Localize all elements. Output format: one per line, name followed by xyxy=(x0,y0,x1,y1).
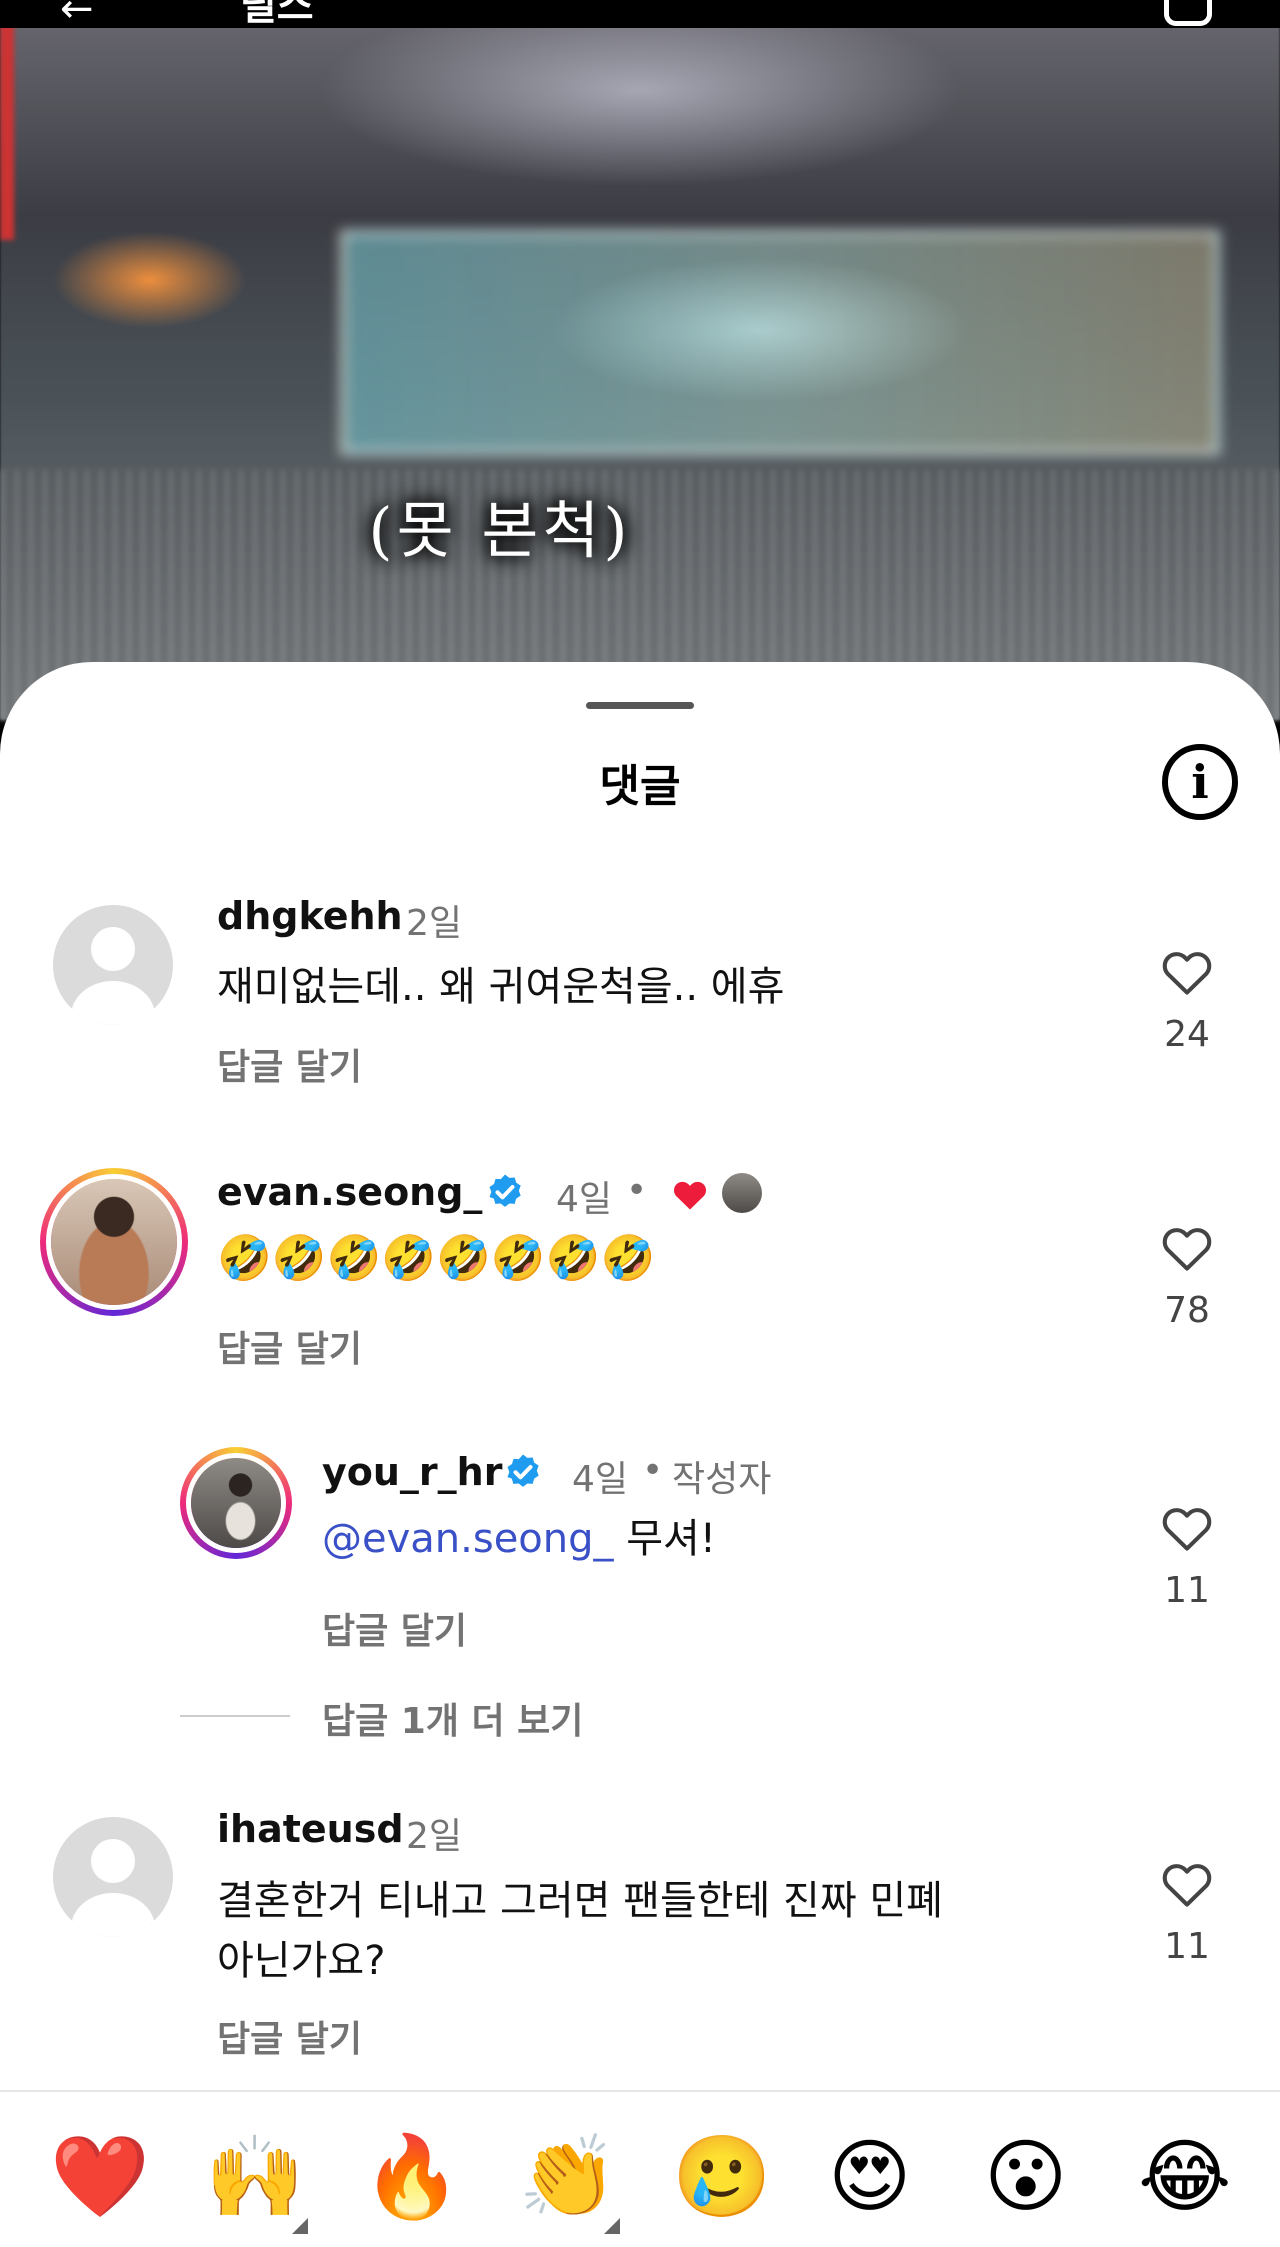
reply-button[interactable]: 답글 달기 xyxy=(217,1320,362,1372)
comment-text: 🤣🤣🤣🤣🤣🤣🤣🤣 xyxy=(217,1233,656,1284)
verified-badge-icon xyxy=(503,1452,543,1492)
camera-icon[interactable] xyxy=(1164,0,1212,26)
comment-text-line-1: 결혼한거 티내고 그러면 팬들한테 진짜 민폐 xyxy=(217,1878,943,1924)
red-heart-icon[interactable]: ❤️ xyxy=(50,2132,150,2222)
skin-tone-indicator-icon xyxy=(292,2218,308,2234)
heart-outline-icon xyxy=(1162,952,1212,995)
crying-face-icon[interactable]: 🥲 xyxy=(672,2132,772,2222)
comment-time: 2일 xyxy=(406,1816,463,1857)
reel-video[interactable] xyxy=(0,0,1280,720)
avatar[interactable] xyxy=(53,1817,173,1937)
avatar[interactable] xyxy=(180,1447,292,1559)
comment-text: @evan.seong_ 무셔! xyxy=(322,1510,716,1568)
like-button[interactable]: 78 xyxy=(1154,1222,1220,1331)
like-count: 11 xyxy=(1164,1570,1210,1611)
divider-line xyxy=(180,1715,290,1717)
like-button[interactable]: 11 xyxy=(1154,1858,1220,1967)
separator-dot: • xyxy=(642,1450,664,1491)
raising-hands-icon[interactable]: 🙌 xyxy=(205,2132,305,2222)
like-count: 24 xyxy=(1164,1014,1210,1055)
author-label: 작성자 xyxy=(672,1459,772,1500)
like-count: 11 xyxy=(1164,1926,1210,1967)
creator-liked-heart-icon xyxy=(670,1176,710,1216)
verified-badge-icon xyxy=(485,1172,525,1212)
reply-button[interactable]: 답글 달기 xyxy=(322,1602,467,1654)
heart-outline-icon xyxy=(1162,1228,1212,1271)
comment-time: 2일 xyxy=(406,903,463,944)
comment-text: 재미없는데.. 왜 귀여운척을.. 에휴 xyxy=(217,964,785,1010)
reply-button[interactable]: 답글 달기 xyxy=(217,1038,362,1090)
comment-username[interactable]: dhgkehh xyxy=(217,894,403,938)
skin-tone-indicator-icon xyxy=(604,2218,620,2234)
mention-link[interactable]: @evan.seong_ xyxy=(322,1516,614,1562)
video-detail xyxy=(0,20,14,240)
like-count: 78 xyxy=(1164,1290,1210,1331)
comment-username[interactable]: ihateusd xyxy=(217,1807,404,1851)
like-button[interactable]: 11 xyxy=(1154,1502,1220,1611)
creator-mini-avatar xyxy=(722,1173,762,1213)
comment-time: 4일 xyxy=(572,1459,629,1500)
reply-button[interactable]: 답글 달기 xyxy=(217,2010,362,2062)
reply-text: 무셔! xyxy=(613,1516,716,1562)
comment-time: 4일 xyxy=(556,1179,613,1220)
like-button[interactable]: 24 xyxy=(1154,946,1220,1055)
surprised-face-icon[interactable]: 😮 xyxy=(984,2132,1067,2222)
heart-outline-icon xyxy=(1162,1864,1212,1907)
sheet-title: 댓글 xyxy=(599,761,681,812)
separator-dot: • xyxy=(626,1170,648,1211)
avatar[interactable] xyxy=(40,1168,188,1316)
sheet-drag-handle[interactable] xyxy=(586,702,694,709)
header-title: 릴스 xyxy=(240,0,314,29)
heart-eyes-icon[interactable]: 😍 xyxy=(828,2132,911,2222)
comments-sheet: 댓글 i dhgkehh 2일 재미없는데.. 왜 귀여운척을.. 에휴 답글 … xyxy=(0,662,1280,2247)
comment-username[interactable]: evan.seong_ xyxy=(217,1170,482,1214)
profile-photo xyxy=(191,1458,281,1548)
tears-of-joy-icon[interactable]: 😂 xyxy=(1138,2132,1231,2222)
clapping-hands-icon[interactable]: 👏 xyxy=(518,2132,618,2222)
info-icon[interactable]: i xyxy=(1162,744,1238,820)
top-bar: ← 릴스 xyxy=(0,0,1280,29)
back-arrow-icon[interactable]: ← xyxy=(60,0,94,29)
video-caption: (못 본척) xyxy=(368,494,632,567)
avatar[interactable] xyxy=(53,905,173,1025)
profile-photo xyxy=(51,1179,177,1305)
fire-icon[interactable]: 🔥 xyxy=(362,2132,462,2222)
comment-username[interactable]: you_r_hr xyxy=(322,1450,502,1494)
comment-text-line-2: 아닌가요? xyxy=(217,1938,386,1984)
quick-reactions-bar: ❤️ 🙌 🔥 👏 🥲 😍 😮 😂 xyxy=(0,2090,1280,2247)
heart-outline-icon xyxy=(1162,1508,1212,1551)
video-scoreboard xyxy=(340,230,1220,455)
view-more-replies-button[interactable]: 답글 1개 더 보기 xyxy=(322,1692,583,1744)
